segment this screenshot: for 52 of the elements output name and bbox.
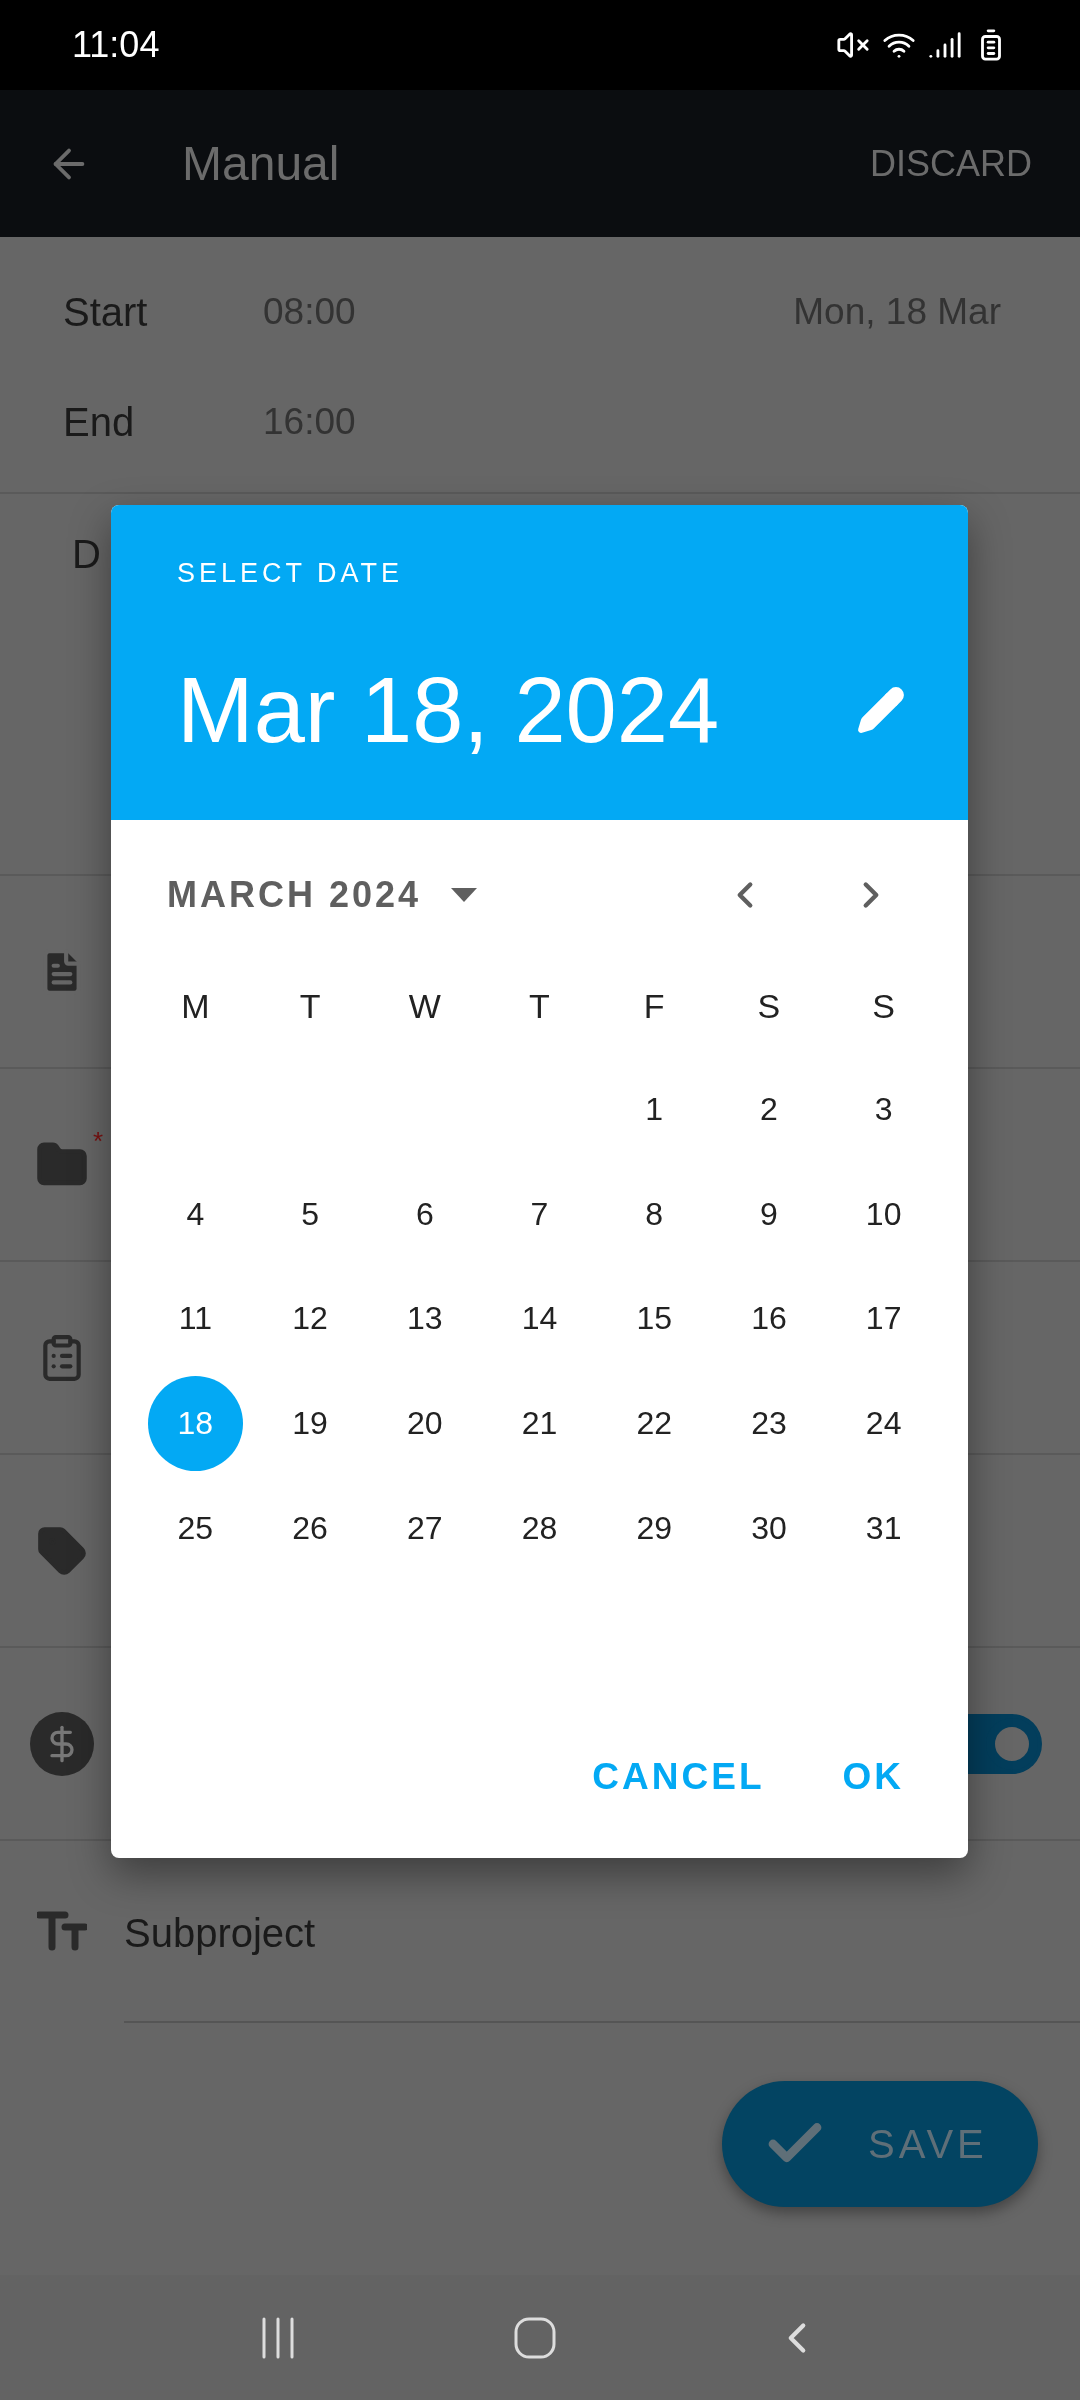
calendar-day[interactable]: 27	[377, 1480, 473, 1576]
dialog-heading: SELECT DATE	[177, 557, 405, 590]
calendar-day[interactable]: 12	[262, 1271, 358, 1366]
calendar-day[interactable]: 10	[836, 1166, 932, 1262]
calendar-day[interactable]: 3	[836, 1061, 932, 1157]
calendar-day[interactable]: 5	[262, 1166, 358, 1262]
calendar-day[interactable]: 30	[721, 1480, 817, 1576]
selected-date: Mar 18, 2024	[177, 663, 720, 756]
weekday-label: M	[181, 985, 210, 1027]
field-label: D	[72, 532, 101, 576]
calendar-day[interactable]: 13	[377, 1271, 473, 1366]
discard-button[interactable]: DISCARD	[869, 136, 1032, 191]
calendar-day[interactable]: 7	[492, 1166, 587, 1262]
calendar-day[interactable]: 23	[721, 1375, 817, 1471]
calendar-day[interactable]: 21	[492, 1375, 587, 1471]
month-selector[interactable]: MARCH 2024	[167, 868, 478, 922]
weekday-label: W	[408, 985, 441, 1027]
calendar-day[interactable]: 14	[492, 1271, 587, 1366]
calendar-day[interactable]: 26	[262, 1480, 358, 1576]
calendar-day[interactable]: 8	[606, 1166, 702, 1262]
calendar-day[interactable]: 1	[606, 1061, 702, 1157]
calendar-day[interactable]: 15	[606, 1271, 702, 1366]
calendar-day[interactable]: 31	[836, 1480, 932, 1576]
calendar-day[interactable]: 19	[262, 1375, 358, 1471]
required-mark: *	[92, 1124, 103, 1158]
calendar-day[interactable]: 6	[377, 1166, 473, 1262]
weekday-label: F	[643, 985, 665, 1027]
calendar-day[interactable]: 11	[147, 1271, 243, 1366]
edit-button[interactable]	[856, 684, 906, 735]
calendar-day[interactable]: 24	[836, 1375, 932, 1471]
calendar-day[interactable]: 4	[147, 1166, 243, 1262]
calendar-day[interactable]: 28	[492, 1480, 587, 1576]
screen-title: Manual	[182, 135, 341, 192]
home-button[interactable]	[513, 2315, 557, 2360]
time-label: End	[63, 399, 136, 446]
calendar-day[interactable]: 22	[606, 1375, 702, 1471]
weekday-label: S	[872, 985, 895, 1027]
weekday-label: S	[757, 985, 781, 1027]
text-size-icon	[37, 1911, 87, 1951]
calendar-day[interactable]: 9	[721, 1166, 817, 1262]
calendar-day[interactable]: 29	[606, 1480, 702, 1576]
weekday-label: T	[529, 985, 550, 1027]
calendar-day[interactable]: 20	[377, 1375, 473, 1471]
status-time: 11:04	[72, 23, 160, 67]
weekday-label: T	[299, 985, 321, 1027]
calendar-day[interactable]: 25	[147, 1480, 243, 1576]
tag-icon	[36, 1524, 88, 1577]
calendar-day[interactable]: 16	[721, 1271, 817, 1366]
dropdown-icon	[451, 888, 478, 902]
calendar-day[interactable]: 2	[721, 1061, 817, 1157]
calendar-day[interactable]: 17	[836, 1271, 932, 1366]
time-label: Start	[63, 289, 149, 336]
